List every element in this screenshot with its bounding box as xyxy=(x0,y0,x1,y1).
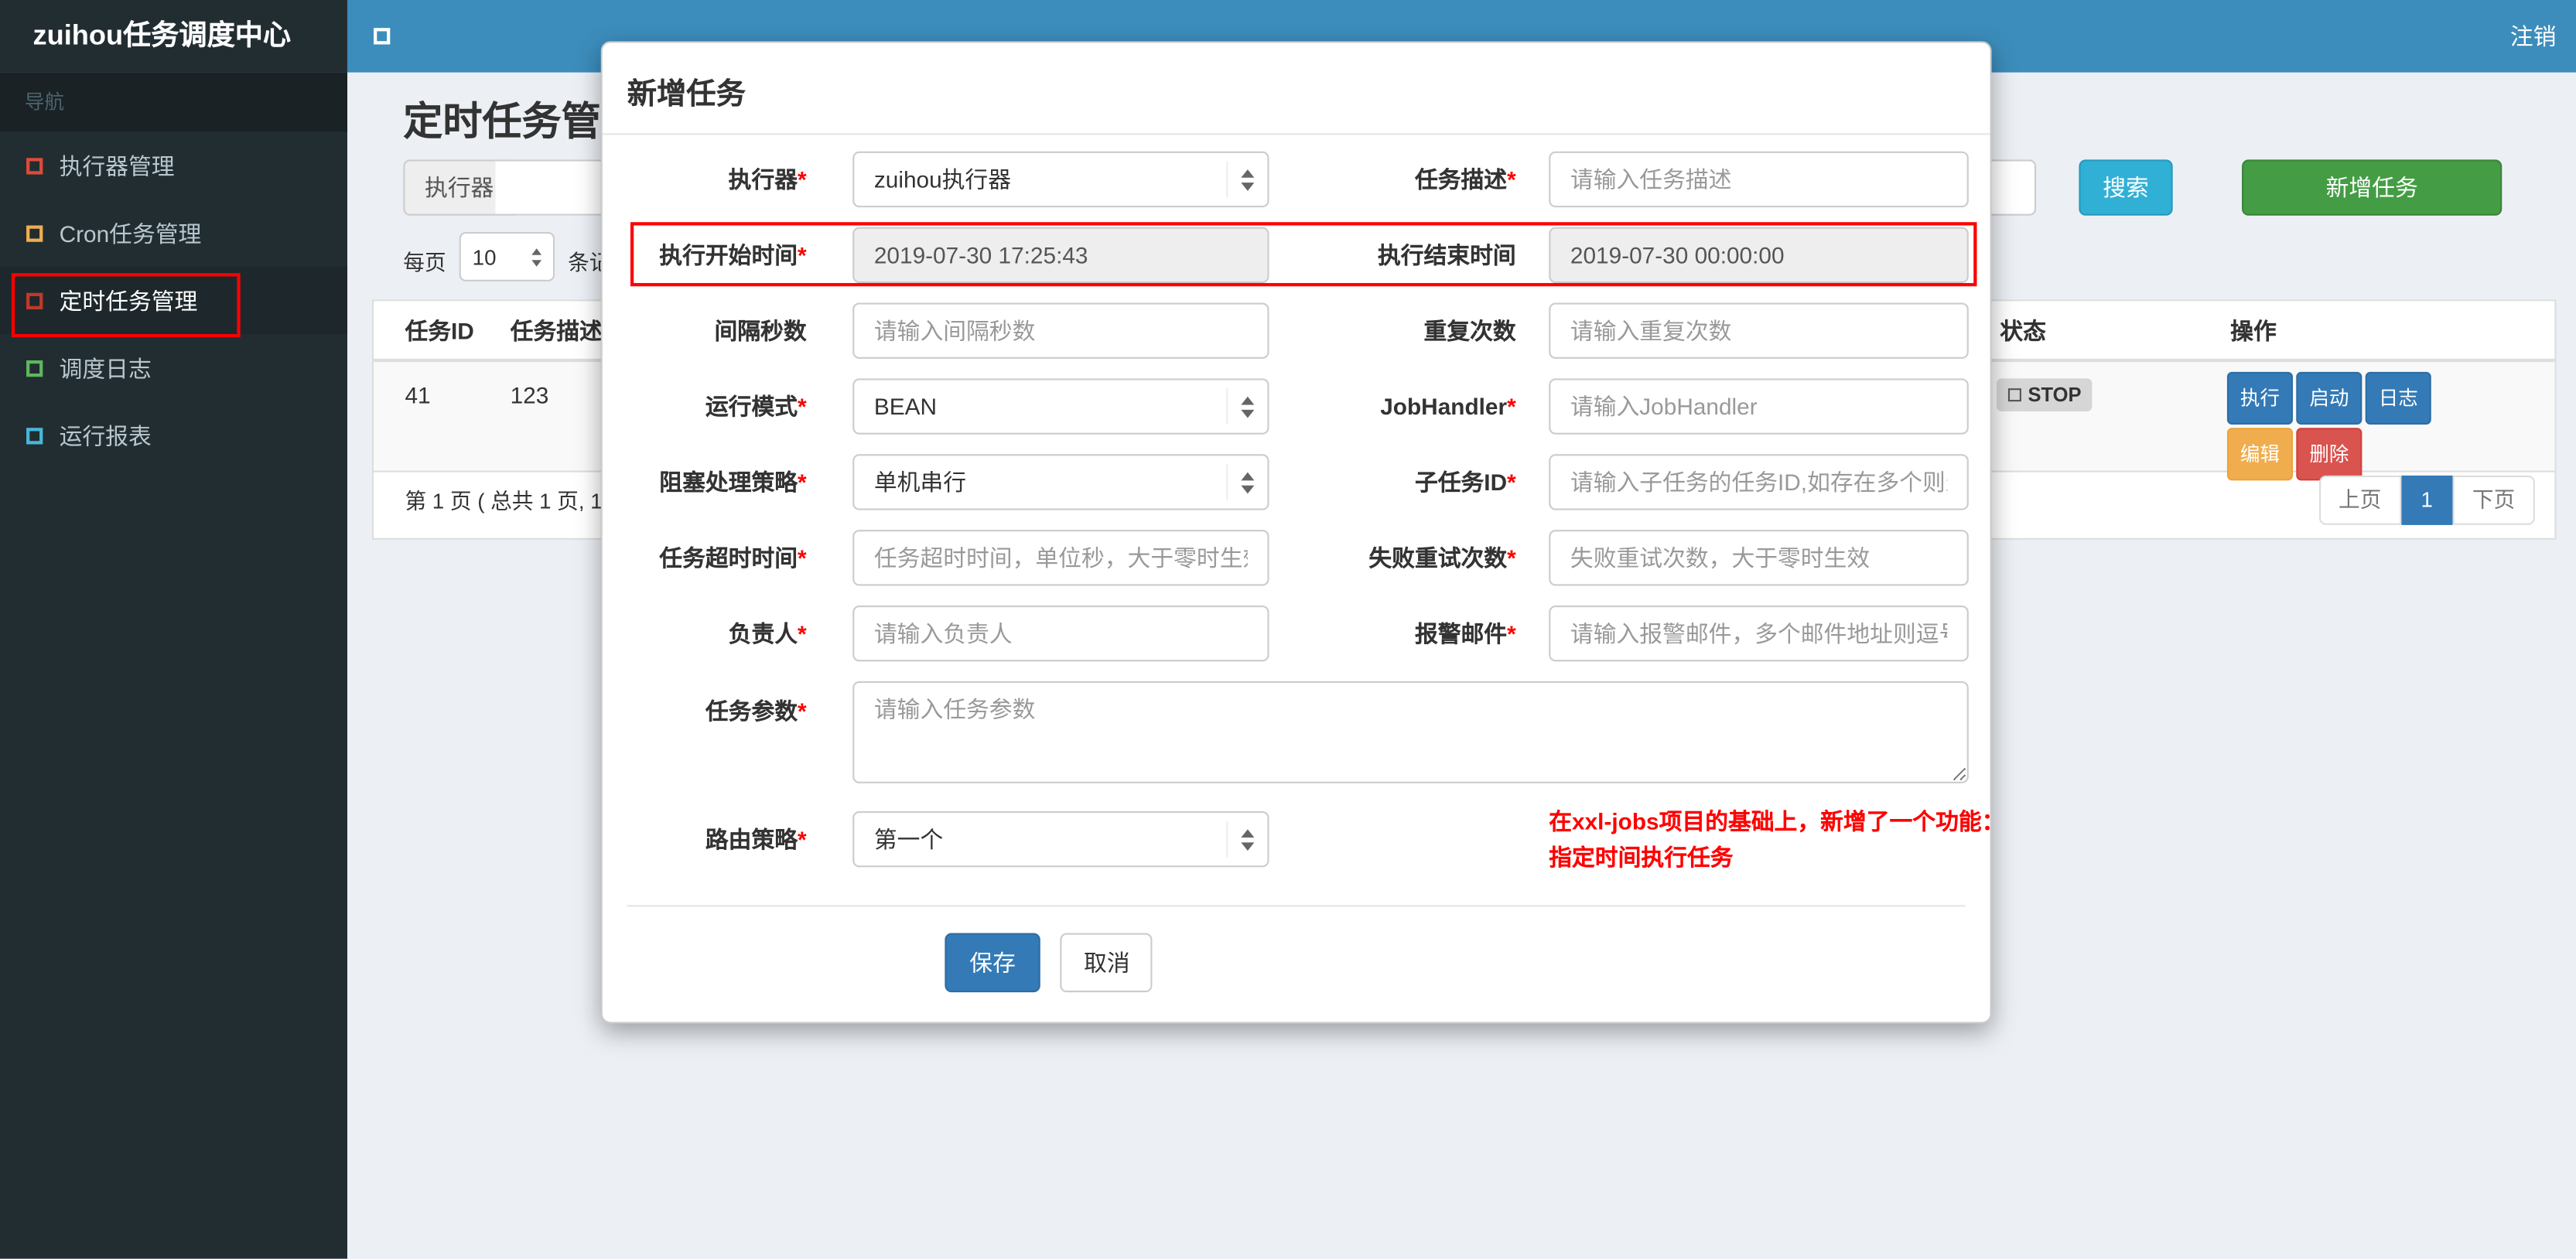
sidebar-item-label: 执行器管理 xyxy=(59,152,175,179)
select-arrows-icon xyxy=(1226,388,1255,425)
sidebar-item-cron-task-mgmt[interactable]: Cron任务管理 xyxy=(0,199,347,266)
add-task-modal: 新增任务 执行器* zuihou执行器 任务描述* 执行开始时间* 执行结束时间 xyxy=(600,41,2004,1024)
job-param-field-label: 任务参数* xyxy=(705,698,807,725)
square-toggle-icon xyxy=(374,28,391,45)
column-header-status: 状态 xyxy=(2000,317,2046,344)
route-strategy-select[interactable]: 第一个 xyxy=(852,811,1269,868)
delete-button[interactable]: 删除 xyxy=(2296,428,2362,481)
executor-select[interactable]: zuihou执行器 xyxy=(852,151,1269,208)
prev-page-button[interactable]: 上页 xyxy=(2318,475,2401,525)
child-job-input[interactable] xyxy=(1549,454,1969,510)
search-button[interactable]: 搜索 xyxy=(2079,159,2173,216)
repeat-field-label: 重复次数 xyxy=(1423,317,1516,344)
end-time-input[interactable] xyxy=(1549,227,1969,283)
column-header-task-id: 任务ID xyxy=(405,317,474,344)
sidebar: 导航 执行器管理 Cron任务管理 定时任务管理 调度日志 运行报表 xyxy=(0,72,347,1259)
sidebar-item-schedule-log[interactable]: 调度日志 xyxy=(0,334,347,401)
alarm-email-input[interactable] xyxy=(1549,606,1969,662)
sidebar-item-label: 定时任务管理 xyxy=(59,287,198,314)
save-button[interactable]: 保存 xyxy=(945,933,1040,993)
pagination: 上页 1 下页 xyxy=(2318,475,2535,525)
sidebar-item-timed-task-mgmt[interactable]: 定时任务管理 xyxy=(0,266,347,334)
select-arrows-icon xyxy=(1226,464,1255,500)
route-strategy-select-value: 第一个 xyxy=(873,826,944,853)
select-arrows-icon xyxy=(1226,161,1255,198)
column-header-task-desc: 任务描述 xyxy=(510,317,603,344)
job-handler-field-label: JobHandler* xyxy=(1380,393,1516,420)
square-icon xyxy=(26,359,43,377)
status-badge-label: STOP xyxy=(2028,383,2082,407)
status-badge: STOP xyxy=(1997,378,2093,411)
per-page-value: 10 xyxy=(472,244,497,269)
next-page-button[interactable]: 下页 xyxy=(2452,475,2535,525)
retry-input[interactable] xyxy=(1549,530,1969,586)
repeat-input[interactable] xyxy=(1549,302,1969,359)
timeout-field-label: 任务超时时间* xyxy=(659,544,807,571)
retry-field-label: 失败重试次数* xyxy=(1368,544,1516,571)
author-input[interactable] xyxy=(852,606,1269,662)
block-strategy-select-value: 单机串行 xyxy=(873,469,967,496)
square-icon xyxy=(26,427,43,444)
edit-button[interactable]: 编辑 xyxy=(2226,428,2294,481)
logout-link[interactable]: 注销 xyxy=(2510,0,2557,73)
glue-type-field-label: 运行模式* xyxy=(705,393,807,420)
log-button[interactable]: 日志 xyxy=(2365,371,2431,425)
job-desc-field-label: 任务描述* xyxy=(1414,165,1516,193)
square-icon xyxy=(26,224,43,241)
select-arrows-icon xyxy=(525,239,542,275)
block-strategy-field-label: 阻塞处理策略* xyxy=(659,469,807,496)
modal-title: 新增任务 xyxy=(627,77,746,111)
sidebar-item-label: Cron任务管理 xyxy=(59,220,202,247)
modal-header: 新增任务 xyxy=(602,43,1990,135)
sidebar-item-run-report[interactable]: 运行报表 xyxy=(0,401,347,469)
route-strategy-field-label: 路由策略* xyxy=(705,826,807,853)
modal-body: 执行器* zuihou执行器 任务描述* 执行开始时间* 执行结束时间 间隔秒数 xyxy=(603,135,2004,875)
square-status-icon xyxy=(2007,388,2021,402)
alarm-email-field-label: 报警邮件* xyxy=(1414,620,1516,647)
job-handler-input[interactable] xyxy=(1549,378,1969,435)
feature-note-line1: 在xxl-jobs项目的基础上，新增了一个功能： xyxy=(1549,807,2005,834)
glue-type-select[interactable]: BEAN xyxy=(852,378,1269,435)
per-page-label: 每页 xyxy=(403,250,446,275)
square-icon xyxy=(26,157,43,174)
add-task-button[interactable]: 新增任务 xyxy=(2242,159,2503,216)
executor-field-label: 执行器* xyxy=(728,165,807,193)
modal-footer: 保存 取消 xyxy=(627,905,1966,993)
child-job-field-label: 子任务ID* xyxy=(1414,469,1516,496)
start-button[interactable]: 启动 xyxy=(2296,371,2362,425)
select-arrows-icon xyxy=(1226,821,1255,858)
glue-type-select-value: BEAN xyxy=(873,393,937,420)
cell-task-desc: 123 xyxy=(510,381,549,408)
sidebar-toggle-button[interactable] xyxy=(347,0,420,73)
block-strategy-select[interactable]: 单机串行 xyxy=(852,454,1269,510)
interval-input[interactable] xyxy=(852,302,1269,359)
feature-note-line2: 指定时间执行任务 xyxy=(1549,844,1734,871)
author-field-label: 负责人* xyxy=(728,620,807,647)
sidebar-item-executor-mgmt[interactable]: 执行器管理 xyxy=(0,131,347,199)
per-page-select[interactable]: 10 xyxy=(459,232,555,281)
end-time-field-label: 执行结束时间 xyxy=(1377,241,1516,268)
page-1-button[interactable]: 1 xyxy=(2400,475,2453,525)
column-header-actions: 操作 xyxy=(2230,317,2277,344)
executor-select-value: zuihou执行器 xyxy=(873,165,1012,193)
sidebar-item-label: 调度日志 xyxy=(59,354,152,381)
feature-note: 在xxl-jobs项目的基础上，新增了一个功能： 指定时间执行任务 xyxy=(1269,803,2005,875)
pagination-info: 第 1 页 ( 总共 1 页, 1 xyxy=(405,488,603,513)
sidebar-item-label: 运行报表 xyxy=(59,421,152,449)
interval-field-label: 间隔秒数 xyxy=(714,317,807,344)
start-time-field-label: 执行开始时间* xyxy=(659,241,807,268)
timeout-input[interactable] xyxy=(852,530,1269,586)
cell-task-id: 41 xyxy=(405,381,431,408)
app-root: zuihou任务调度中心 注销 导航 执行器管理 Cron任务管理 定时任务管理… xyxy=(0,0,2576,1259)
square-icon xyxy=(26,292,43,309)
job-desc-input[interactable] xyxy=(1549,151,1969,208)
cancel-button[interactable]: 取消 xyxy=(1061,933,1153,993)
app-brand: zuihou任务调度中心 xyxy=(0,0,347,73)
start-time-input[interactable] xyxy=(852,227,1269,283)
run-button[interactable]: 执行 xyxy=(2226,371,2294,425)
sidebar-section-label: 导航 xyxy=(0,72,347,132)
job-param-textarea[interactable] xyxy=(852,681,1969,783)
row-actions: 执行 启动 日志 编辑 删除 xyxy=(2226,370,2441,483)
